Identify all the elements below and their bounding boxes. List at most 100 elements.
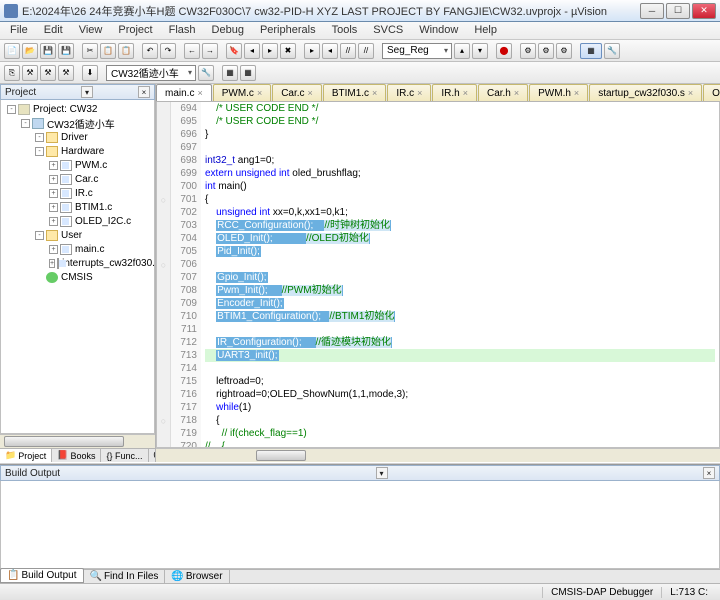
build-output-body[interactable] (0, 481, 720, 569)
bookmark-clear-button[interactable]: ✖ (280, 43, 296, 59)
menu-window[interactable]: Window (411, 22, 466, 39)
code-editor[interactable]: ○○○ 694695696697698699700701702703704705… (156, 102, 720, 448)
batch-build-button[interactable]: ⚒ (58, 65, 74, 81)
tab-build-output[interactable]: 📋Build Output (0, 568, 84, 583)
indent-button[interactable]: ▸ (304, 43, 320, 59)
target-select[interactable]: CW32循迹小车 (106, 65, 196, 81)
config3-button[interactable]: ⚙ (556, 43, 572, 59)
tab-functions[interactable]: {} Func... (101, 449, 148, 462)
maximize-button[interactable]: ☐ (666, 3, 690, 19)
find-next-button[interactable]: ▾ (472, 43, 488, 59)
save-button[interactable]: 💾 (40, 43, 56, 59)
uncomment-button[interactable]: // (358, 43, 374, 59)
menu-peripherals[interactable]: Peripherals (252, 22, 324, 39)
title-bar: E:\2024年\26 24年竞赛小车H题 CW32F030C\7 cw32-P… (0, 0, 720, 22)
tree-node[interactable]: CMSIS (1, 270, 154, 284)
editor-tab[interactable]: Car.c× (272, 84, 322, 101)
project-tabs: 📁Project 📕Books {} Func... 0▸ Temp... (0, 448, 155, 462)
tree-node[interactable]: +main.c (1, 242, 154, 256)
tab-browser[interactable]: 🌐Browser (165, 570, 229, 583)
save-all-button[interactable]: 💾 (58, 43, 74, 59)
tab-books[interactable]: 📕Books (52, 449, 101, 462)
bookmark-button[interactable]: 🔖 (226, 43, 242, 59)
redo-button[interactable]: ↷ (160, 43, 176, 59)
editor-tab[interactable]: main.c× (156, 84, 212, 101)
tree-node[interactable]: -CW32循迹小车 (1, 116, 154, 130)
editor-panel: main.c×PWM.c×Car.c×BTIM1.c×IR.c×IR.h×Car… (156, 84, 720, 462)
project-hscroll[interactable] (0, 434, 155, 448)
tree-node[interactable]: +interrupts_cw32f030.c (1, 256, 154, 270)
menu-project[interactable]: Project (110, 22, 160, 39)
close-button[interactable]: ✕ (692, 3, 716, 19)
tree-node[interactable]: -Hardware (1, 144, 154, 158)
editor-tab[interactable]: BTIM1.c× (323, 84, 387, 101)
status-position: L:713 C: (661, 587, 716, 598)
menu-svcs[interactable]: SVCS (365, 22, 411, 39)
editor-tab[interactable]: IR.c× (387, 84, 431, 101)
find-combo[interactable]: Seg_Reg (382, 43, 452, 59)
tree-node[interactable]: -Driver (1, 130, 154, 144)
output-tabs: 📋Build Output 🔍Find In Files 🌐Browser (0, 569, 720, 583)
menu-view[interactable]: View (71, 22, 111, 39)
menu-flash[interactable]: Flash (161, 22, 204, 39)
tree-node[interactable]: +PWM.c (1, 158, 154, 172)
find-prev-button[interactable]: ▴ (454, 43, 470, 59)
nav-fwd-button[interactable]: → (202, 43, 218, 59)
tab-find-in-files[interactable]: 🔍Find In Files (84, 570, 166, 583)
editor-tab[interactable]: startup_cw32f030.s× (589, 84, 702, 101)
translate-button[interactable]: ⎘ (4, 65, 20, 81)
tree-node[interactable]: +BTIM1.c (1, 200, 154, 214)
copy-button[interactable]: 📋 (100, 43, 116, 59)
new-button[interactable]: 📄 (4, 43, 20, 59)
project-panel: Project ▾ × -Project: CW32-CW32循迹小车-Driv… (0, 84, 156, 462)
tree-node[interactable]: -User (1, 228, 154, 242)
project-panel-x-icon[interactable]: × (138, 86, 150, 98)
cut-button[interactable]: ✂ (82, 43, 98, 59)
download-button[interactable]: ⬇ (82, 65, 98, 81)
rebuild-button[interactable]: ⚒ (40, 65, 56, 81)
tab-project[interactable]: 📁Project (0, 449, 52, 462)
tab-templates[interactable]: 0▸ Temp... (149, 449, 156, 462)
nav-back-button[interactable]: ← (184, 43, 200, 59)
debug-button[interactable]: ⬤ (496, 43, 512, 59)
menu-file[interactable]: File (2, 22, 36, 39)
editor-tab[interactable]: IR.h× (432, 84, 477, 101)
menu-tools[interactable]: Tools (324, 22, 366, 39)
config2-button[interactable]: ⚙ (538, 43, 554, 59)
paste-button[interactable]: 📋 (118, 43, 134, 59)
status-bar: CMSIS-DAP Debugger L:713 C: (0, 583, 720, 600)
build-output-header: Build Output ▾ × (0, 465, 720, 481)
open-button[interactable]: 📂 (22, 43, 38, 59)
editor-tab[interactable]: OLED_I2C.c× (703, 84, 720, 101)
menu-bar: File Edit View Project Flash Debug Perip… (0, 22, 720, 40)
manage-button[interactable]: ▦ (222, 65, 238, 81)
tree-node[interactable]: +Car.c (1, 172, 154, 186)
tree-node[interactable]: +IR.c (1, 186, 154, 200)
comment-button[interactable]: // (340, 43, 356, 59)
app-icon (4, 4, 18, 18)
menu-help[interactable]: Help (466, 22, 505, 39)
menu-edit[interactable]: Edit (36, 22, 71, 39)
editor-tab[interactable]: PWM.h× (529, 84, 588, 101)
project-tree[interactable]: -Project: CW32-CW32循迹小车-Driver-Hardware+… (0, 100, 155, 434)
editor-tab[interactable]: PWM.c× (213, 84, 271, 101)
bookmark-prev-button[interactable]: ◂ (244, 43, 260, 59)
window-layout-button[interactable]: ▦ (580, 43, 602, 59)
tree-node[interactable]: +OLED_I2C.c (1, 214, 154, 228)
outdent-button[interactable]: ◂ (322, 43, 338, 59)
editor-hscroll[interactable] (156, 448, 720, 462)
editor-tab[interactable]: Car.h× (478, 84, 528, 101)
manage2-button[interactable]: ▦ (240, 65, 256, 81)
output-panel-close-icon[interactable]: × (703, 467, 715, 479)
output-panel-dock-icon[interactable]: ▾ (376, 467, 388, 479)
build-button[interactable]: ⚒ (22, 65, 38, 81)
config-button[interactable]: ⚙ (520, 43, 536, 59)
minimize-button[interactable]: ─ (640, 3, 664, 19)
tree-node[interactable]: -Project: CW32 (1, 102, 154, 116)
menu-debug[interactable]: Debug (204, 22, 252, 39)
undo-button[interactable]: ↶ (142, 43, 158, 59)
options-button[interactable]: 🔧 (198, 65, 214, 81)
project-panel-close-icon[interactable]: ▾ (81, 86, 93, 98)
bookmark-next-button[interactable]: ▸ (262, 43, 278, 59)
tool-button[interactable]: 🔧 (604, 43, 620, 59)
